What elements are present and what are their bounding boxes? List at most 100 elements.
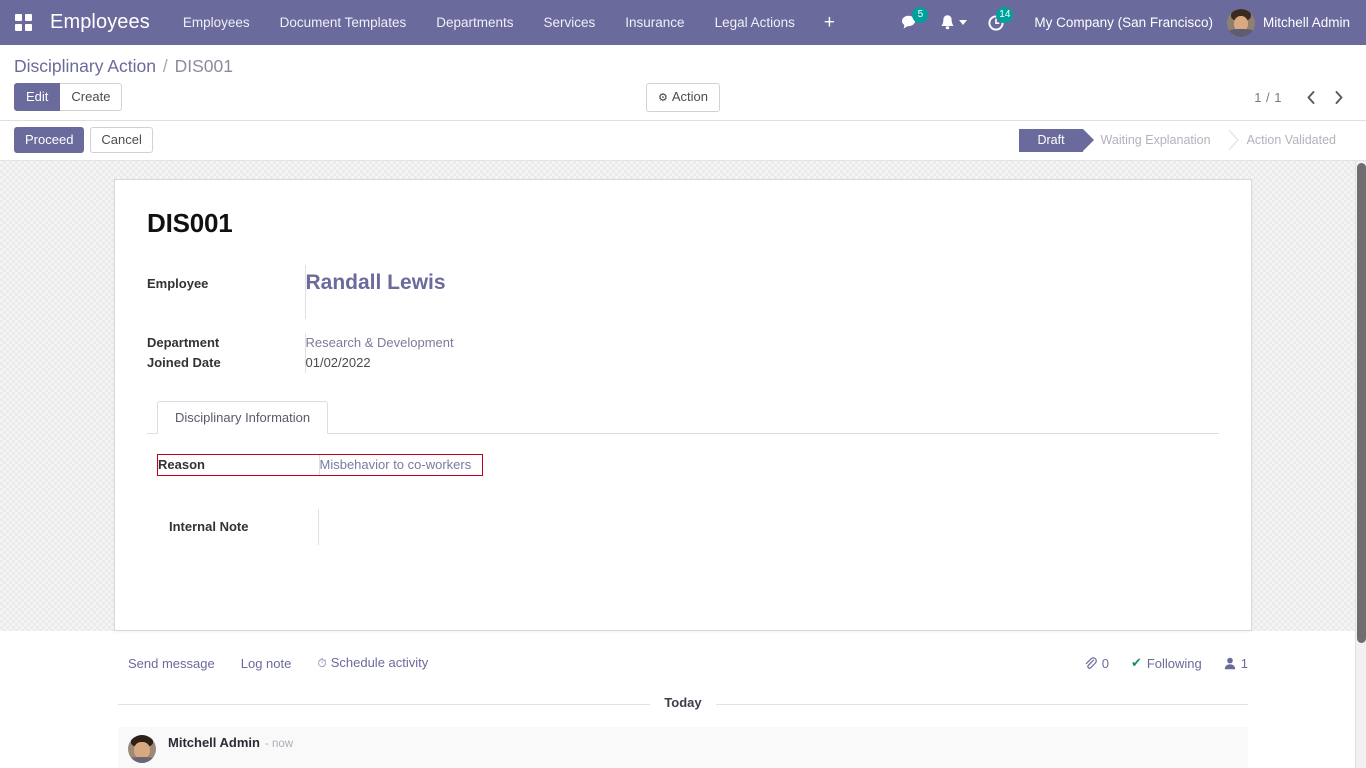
paperclip-icon xyxy=(1084,657,1097,670)
user-menu[interactable]: Mitchell Admin xyxy=(1227,9,1356,37)
breadcrumb-separator: / xyxy=(161,56,170,76)
spacer xyxy=(147,319,475,333)
status-pipeline: Draft Waiting Explanation Action Validat… xyxy=(1019,129,1366,152)
chevron-left-icon xyxy=(1306,90,1316,105)
messages-count-badge: 5 xyxy=(912,7,928,23)
breadcrumb-root[interactable]: Disciplinary Action xyxy=(14,56,156,76)
following-toggle[interactable]: ✔ Following xyxy=(1131,655,1202,671)
employee-value[interactable]: Randall Lewis xyxy=(305,265,475,319)
edit-button[interactable]: Edit xyxy=(14,83,60,111)
bell-icon xyxy=(940,14,955,31)
form-fields-top: Employee Randall Lewis Department Resear… xyxy=(147,265,475,373)
user-menu-label: Mitchell Admin xyxy=(1263,15,1350,30)
internal-note-label: Internal Note xyxy=(157,509,318,545)
attachments-stat[interactable]: 0 xyxy=(1084,656,1109,671)
send-message-button[interactable]: Send message xyxy=(128,656,215,671)
department-label: Department xyxy=(147,333,305,353)
schedule-activity-label: Schedule activity xyxy=(331,655,429,670)
person-icon xyxy=(1224,657,1236,670)
sheet-background: DIS001 Employee Randall Lewis Department… xyxy=(0,161,1366,631)
form-sheet: DIS001 Employee Randall Lewis Department… xyxy=(114,179,1252,631)
nav-item-services[interactable]: Services xyxy=(529,0,611,45)
following-label: Following xyxy=(1147,656,1202,671)
field-row-department: Department Research & Development xyxy=(147,333,475,353)
pager-next-button[interactable] xyxy=(1326,85,1352,109)
chatter-toolbar: Send message Log note ⏱ Schedule activity… xyxy=(0,645,1366,681)
internal-note-group: Internal Note xyxy=(157,509,1219,545)
field-row-reason: Reason Misbehavior to co-workers xyxy=(158,455,482,475)
control-panel: Disciplinary Action / DIS001 Edit Create… xyxy=(0,45,1366,121)
breadcrumb: Disciplinary Action / DIS001 xyxy=(0,45,1366,83)
avatar xyxy=(1227,9,1255,37)
activities-bell-button[interactable] xyxy=(931,0,976,45)
systray: 5 14 xyxy=(892,0,1014,45)
joined-date-label: Joined Date xyxy=(147,353,305,373)
messages-button[interactable]: 5 xyxy=(892,0,929,45)
day-divider-label: Today xyxy=(650,695,715,710)
gear-icon: ⚙ xyxy=(658,92,668,104)
employee-label: Employee xyxy=(147,265,305,319)
pager: 1 / 1 xyxy=(1254,85,1352,109)
statusbar-row: Proceed Cancel Draft Waiting Explanation… xyxy=(0,121,1366,161)
workflow-buttons: Proceed Cancel xyxy=(14,127,153,153)
app-brand-employees[interactable]: Employees xyxy=(42,11,168,34)
list-item: Mitchell Admin - now xyxy=(118,727,1248,768)
chevron-right-icon xyxy=(1334,90,1344,105)
clock-count-badge: 14 xyxy=(996,7,1013,23)
followers-count: 1 xyxy=(1241,656,1248,671)
nav-item-insurance[interactable]: Insurance xyxy=(610,0,699,45)
message-author: Mitchell Admin xyxy=(168,735,260,750)
tab-disciplinary-information[interactable]: Disciplinary Information xyxy=(157,401,328,434)
field-row-internal-note: Internal Note xyxy=(157,509,1218,545)
scrollbar-thumb[interactable] xyxy=(1357,163,1366,643)
control-panel-row: Edit Create ⚙ Action 1 / 1 xyxy=(0,83,1366,120)
action-button[interactable]: ⚙ Action xyxy=(646,83,720,112)
create-button[interactable]: Create xyxy=(60,83,122,111)
department-value[interactable]: Research & Development xyxy=(305,333,475,353)
record-buttons: Edit Create xyxy=(14,83,122,111)
top-navbar: Employees Employees Document Templates D… xyxy=(0,0,1366,45)
chevron-down-icon xyxy=(959,20,967,25)
vertical-scrollbar[interactable] xyxy=(1355,161,1366,768)
stage-action-validated[interactable]: Action Validated xyxy=(1229,129,1354,152)
company-switcher[interactable]: My Company (San Francisco) xyxy=(1014,15,1227,30)
cancel-button[interactable]: Cancel xyxy=(90,127,152,153)
page-title: DIS001 xyxy=(147,208,1219,239)
apps-grid-icon xyxy=(15,14,32,31)
schedule-activity-button[interactable]: ⏱ Schedule activity xyxy=(317,655,428,671)
message-header: Mitchell Admin - now xyxy=(168,735,293,750)
nav-item-departments[interactable]: Departments xyxy=(421,0,528,45)
nav-add-button[interactable]: + xyxy=(810,0,849,45)
content-area: DIS001 Employee Randall Lewis Department… xyxy=(0,161,1366,768)
field-row-employee: Employee Randall Lewis xyxy=(147,265,475,319)
day-divider: Today xyxy=(118,695,1248,713)
internal-note-value[interactable] xyxy=(318,509,1218,545)
pager-previous-button[interactable] xyxy=(1298,85,1324,109)
nav-item-legal-actions[interactable]: Legal Actions xyxy=(700,0,810,45)
apps-menu-toggle[interactable] xyxy=(8,8,38,38)
clock-icon: ⏱ xyxy=(317,656,326,670)
notebook-tabs: Disciplinary Information xyxy=(147,401,1219,434)
reason-field-group: Reason Misbehavior to co-workers xyxy=(157,454,483,476)
nav-item-document-templates[interactable]: Document Templates xyxy=(265,0,422,45)
reason-value[interactable]: Misbehavior to co-workers xyxy=(319,455,482,475)
chatter-stats: 0 ✔ Following 1 xyxy=(1084,655,1248,671)
notebook-page: Reason Misbehavior to co-workers Interna… xyxy=(147,434,1219,545)
field-row-joined-date: Joined Date 01/02/2022 xyxy=(147,353,475,373)
notebook: Disciplinary Information Reason Misbehav… xyxy=(147,401,1219,545)
proceed-button[interactable]: Proceed xyxy=(14,127,84,153)
stage-waiting-explanation[interactable]: Waiting Explanation xyxy=(1083,129,1229,152)
nav-item-employees[interactable]: Employees xyxy=(168,0,265,45)
joined-date-value[interactable]: 01/02/2022 xyxy=(305,353,475,373)
followers-stat[interactable]: 1 xyxy=(1224,656,1248,671)
message-timestamp: - now xyxy=(265,738,293,750)
stage-draft[interactable]: Draft xyxy=(1019,129,1082,152)
action-button-label: Action xyxy=(672,89,708,104)
chatter: Send message Log note ⏱ Schedule activity… xyxy=(0,631,1366,768)
reason-label: Reason xyxy=(158,455,319,475)
log-note-button[interactable]: Log note xyxy=(241,656,292,671)
clock-activity-button[interactable]: 14 xyxy=(978,0,1014,45)
pager-value: 1 / 1 xyxy=(1254,90,1296,105)
check-icon: ✔ xyxy=(1131,655,1142,671)
attachments-count: 0 xyxy=(1102,656,1109,671)
